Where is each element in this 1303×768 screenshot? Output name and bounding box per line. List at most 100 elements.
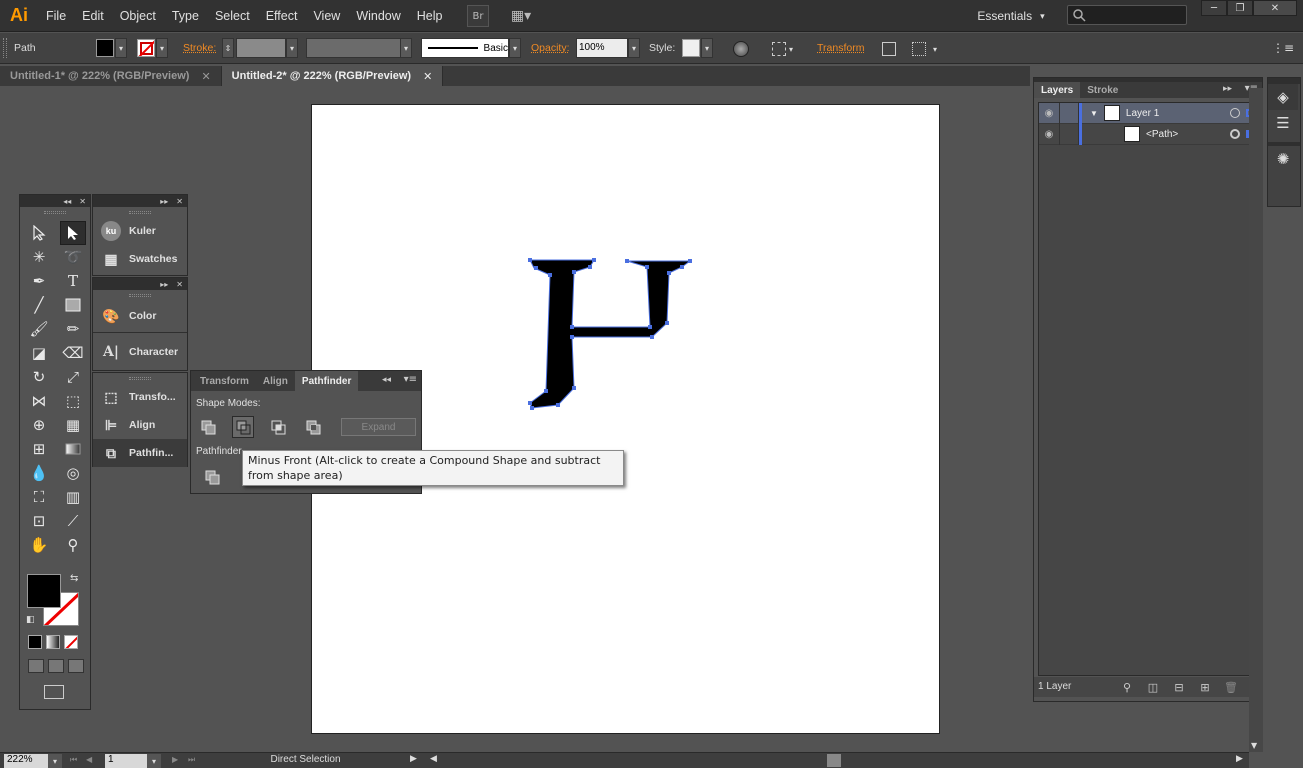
stroke-weight-dropdown[interactable]: ▾ (286, 38, 298, 58)
fill-swatch[interactable] (96, 39, 114, 57)
close-icon[interactable]: ✕ (176, 197, 183, 206)
menu-window[interactable]: Window (348, 0, 408, 32)
color-mode-icon[interactable] (28, 635, 42, 649)
next-artboard-icon[interactable]: ▶ (172, 755, 178, 764)
tools-grip[interactable] (20, 207, 90, 217)
dock-item-transform[interactable]: ⬚ Transfo... (93, 383, 187, 411)
blend-tool[interactable]: ◎ (60, 461, 86, 485)
gradient-tool[interactable] (60, 437, 86, 461)
slice-tool[interactable]: ⟋ (60, 509, 86, 533)
tab-untitled-2[interactable]: Untitled-2* @ 222% (RGB/Preview) ✕ (221, 66, 444, 86)
dock-item-kuler[interactable]: ku Kuler (93, 217, 187, 245)
intersect-button[interactable] (267, 416, 289, 438)
minus-front-button[interactable] (232, 416, 254, 438)
locate-object-icon[interactable]: ⚲ (1120, 680, 1134, 694)
brush-dropdown[interactable]: ▾ (509, 38, 521, 58)
mesh-tool[interactable]: ⊞ (26, 437, 52, 461)
scroll-left-arrow[interactable]: ◀ (430, 754, 437, 764)
workspace-switcher[interactable]: Essentials ▾ (970, 5, 1052, 27)
graphic-style-dropdown[interactable]: ▾ (701, 38, 713, 58)
restore-button[interactable]: ❐ (1227, 0, 1253, 16)
menu-edit[interactable]: Edit (74, 0, 112, 32)
chevron-down-icon[interactable]: ▾ (933, 45, 937, 54)
eraser-tool[interactable]: ⌫ (60, 341, 86, 365)
gradient-mode-icon[interactable] (46, 635, 60, 649)
make-clipping-mask-icon[interactable]: ◫ (1146, 680, 1160, 694)
menu-effect[interactable]: Effect (258, 0, 306, 32)
stroke-dropdown[interactable]: ▾ (156, 38, 168, 58)
eye-icon[interactable]: ◉ (1039, 108, 1059, 119)
dock-grip[interactable] (93, 207, 187, 217)
hand-tool[interactable]: ✋ (26, 533, 52, 557)
artboard-tool[interactable]: ⊡ (26, 509, 52, 533)
screen-mode-icon[interactable] (44, 685, 64, 699)
type-tool[interactable]: T (60, 269, 86, 293)
expand-button[interactable]: Expand (341, 418, 416, 436)
eye-icon[interactable]: ◉ (1039, 129, 1059, 140)
exclude-button[interactable] (302, 416, 324, 438)
swap-colors-icon[interactable]: ⇆ (70, 573, 78, 584)
layers-panel-icon[interactable]: ◈ (1268, 84, 1298, 110)
dock-item-align[interactable]: ⊫ Align (93, 411, 187, 439)
magic-wand-tool[interactable]: ✳ (26, 245, 52, 269)
zoom-tool[interactable]: ⚲ (60, 533, 86, 557)
close-icon[interactable]: ✕ (201, 70, 210, 83)
expand-icon[interactable]: ▸▸ (160, 280, 168, 289)
scroll-down-arrow[interactable]: ▼ (1251, 741, 1257, 750)
variable-width-profile[interactable] (306, 38, 401, 58)
bridge-button[interactable]: Br (467, 5, 489, 27)
none-mode-icon[interactable] (64, 635, 78, 649)
blob-brush-tool[interactable]: ◪ (26, 341, 52, 365)
dock-item-swatches[interactable]: ▦ Swatches (93, 245, 187, 273)
dock-item-pathfinder[interactable]: ⧉ Pathfin... (93, 439, 187, 467)
status-menu-arrow[interactable]: ▶ (410, 754, 417, 764)
previous-artboard-icon[interactable]: ◀ (86, 755, 92, 764)
target-icon[interactable] (1230, 129, 1240, 139)
graphic-style-swatch[interactable] (682, 39, 700, 57)
opacity-dropdown[interactable]: ▾ (628, 38, 640, 58)
width-tool[interactable]: ⋈ (26, 389, 52, 413)
grip-handle[interactable] (3, 38, 7, 58)
help-search-input[interactable] (1067, 5, 1187, 25)
align-to-selection-icon[interactable] (772, 42, 786, 56)
tab-stroke[interactable]: Stroke (1080, 82, 1125, 98)
close-icon[interactable]: ✕ (423, 70, 432, 83)
layer-row[interactable]: ◉ ▼ Layer 1 (1039, 102, 1258, 124)
lock-toggle[interactable] (1059, 123, 1079, 145)
stroke-weight-field[interactable] (236, 38, 286, 58)
minimize-button[interactable]: ─ (1201, 0, 1227, 16)
draw-behind-icon[interactable] (48, 659, 64, 673)
menu-help[interactable]: Help (409, 0, 451, 32)
menu-file[interactable]: File (38, 0, 74, 32)
scale-tool[interactable]: ⤢ (60, 365, 86, 389)
select-similar-icon[interactable] (912, 42, 926, 56)
eyedropper-tool[interactable]: 💧 (26, 461, 52, 485)
close-icon[interactable]: ✕ (79, 197, 86, 206)
artboard-dropdown[interactable]: ▾ (147, 754, 161, 768)
recolor-artwork-icon[interactable] (733, 41, 749, 57)
arrange-documents-button[interactable]: ▦▾ (505, 5, 537, 27)
line-segment-tool[interactable]: ╱ (26, 293, 52, 317)
default-colors-icon[interactable]: ◧ (26, 615, 35, 625)
shape-builder-tool[interactable]: ⊕ (26, 413, 52, 437)
draw-inside-icon[interactable] (68, 659, 84, 673)
scroll-thumb[interactable] (827, 754, 841, 767)
layer-name[interactable]: Layer 1 (1126, 108, 1230, 119)
lock-toggle[interactable] (1059, 102, 1079, 124)
fill-color-box[interactable] (27, 574, 61, 608)
tab-align[interactable]: Align (256, 373, 295, 389)
new-layer-icon[interactable]: ⊞ (1198, 680, 1212, 694)
tab-layers[interactable]: Layers (1034, 82, 1081, 98)
new-sublayer-icon[interactable]: ⊟ (1172, 680, 1186, 694)
pen-tool[interactable]: ✒ (26, 269, 52, 293)
divide-button[interactable] (201, 466, 223, 488)
zoom-field[interactable]: 222% (4, 754, 48, 768)
tab-transform[interactable]: Transform (193, 373, 256, 389)
menu-object[interactable]: Object (112, 0, 164, 32)
chevron-down-icon[interactable]: ▾ (789, 45, 793, 54)
tab-pathfinder[interactable]: Pathfinder (294, 371, 359, 391)
paintbrush-tool[interactable]: 🖌 (26, 317, 52, 341)
opacity-field[interactable]: 100% (576, 38, 628, 58)
stroke-label[interactable]: Stroke: (183, 42, 216, 54)
expand-icon[interactable]: ▸▸ (1223, 84, 1232, 94)
